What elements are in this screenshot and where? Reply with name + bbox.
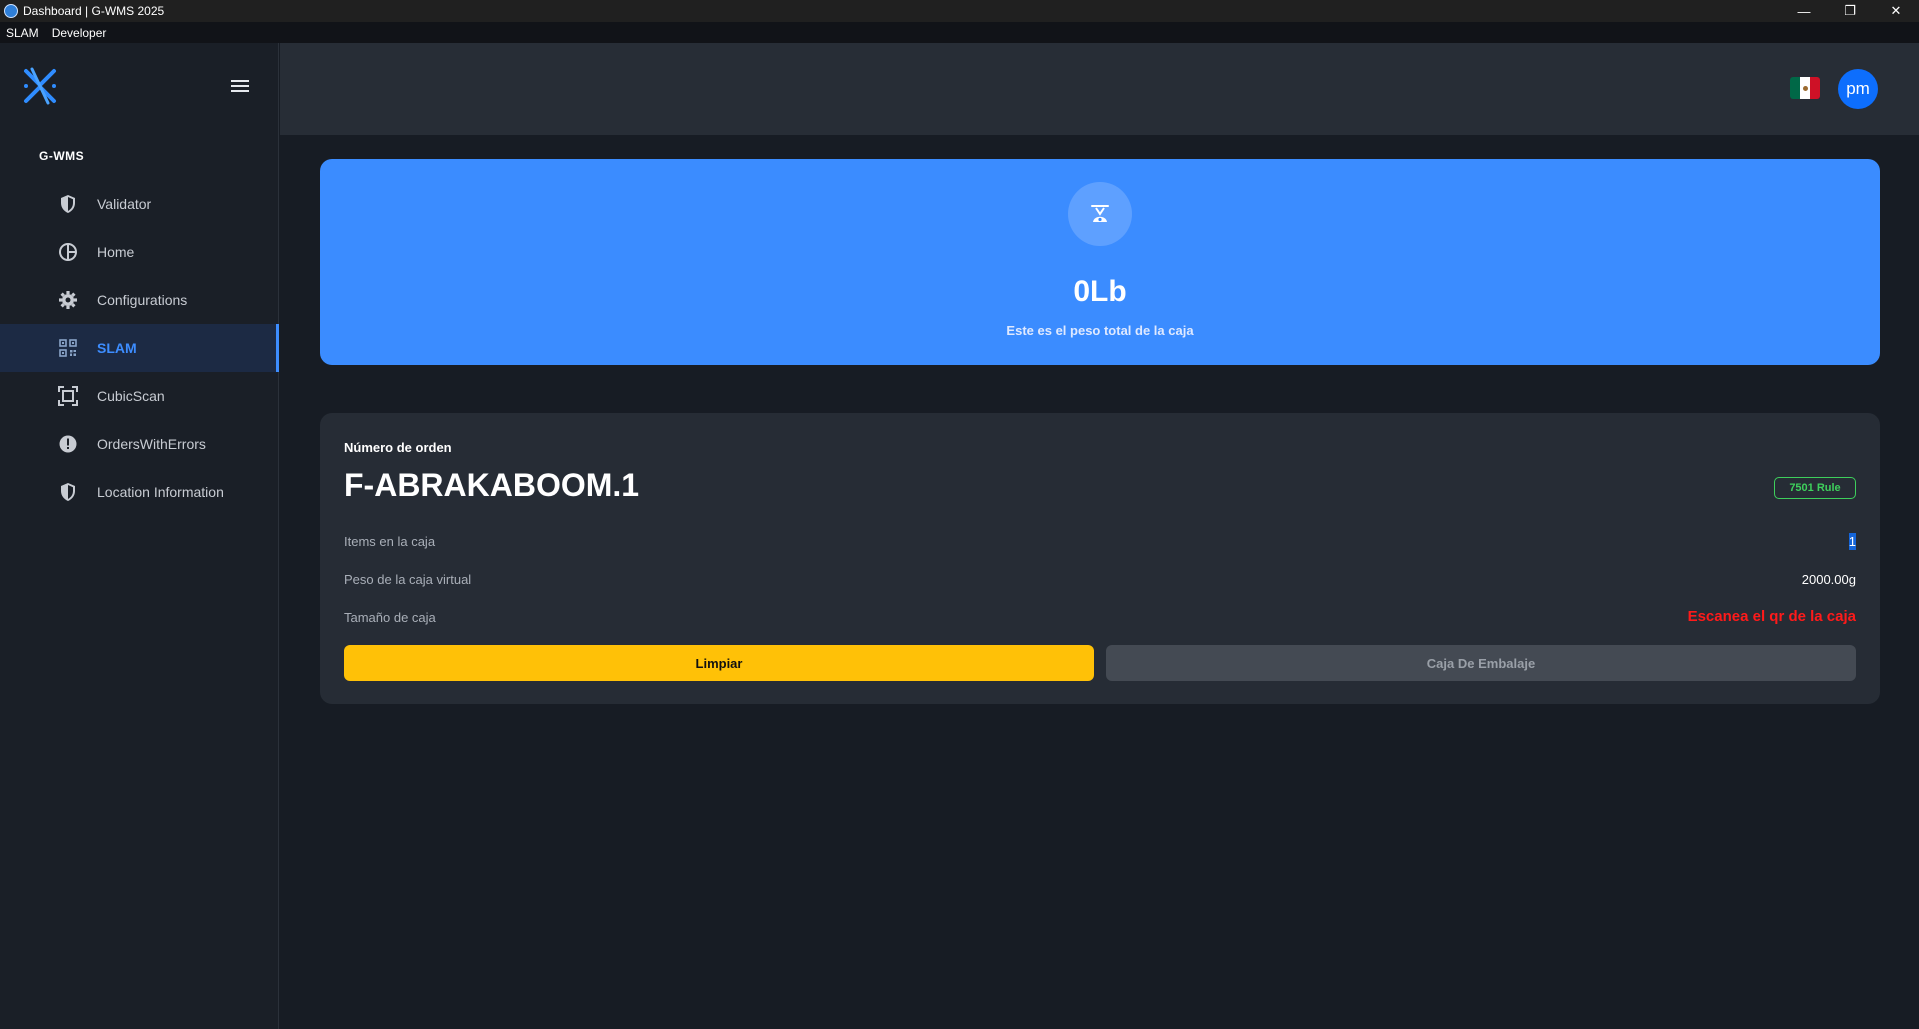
app-icon xyxy=(4,4,18,18)
menu-toggle-icon[interactable] xyxy=(229,77,251,95)
sidebar-item-validator[interactable]: Validator xyxy=(0,180,279,228)
window-title-bar: Dashboard | G-WMS 2025 — ❐ ✕ xyxy=(0,0,1919,22)
sidebar-item-label: SLAM xyxy=(97,340,137,356)
minimize-button[interactable]: — xyxy=(1781,0,1827,22)
qr-code-icon xyxy=(57,337,79,359)
sidebar-item-label: CubicScan xyxy=(97,388,165,404)
clear-button[interactable]: Limpiar xyxy=(344,645,1094,681)
menu-bar: SLAM Developer xyxy=(0,22,1919,43)
sidebar-item-location-information[interactable]: Location Information xyxy=(0,468,279,516)
sidebar: G-WMS Validator Home Configurations SLAM xyxy=(0,43,279,1029)
user-avatar[interactable]: pm xyxy=(1838,69,1878,109)
rule-badge: 7501 Rule xyxy=(1774,477,1856,499)
sidebar-item-slam[interactable]: SLAM xyxy=(0,324,279,372)
items-in-box-count: 1 xyxy=(1848,533,1856,550)
box-size-warning: Escanea el qr de la caja xyxy=(1687,608,1856,625)
exclamation-circle-icon xyxy=(57,433,79,455)
packing-box-button[interactable]: Caja De Embalaje xyxy=(1106,645,1856,681)
menu-developer[interactable]: Developer xyxy=(52,26,107,40)
box-size-label: Tamaño de caja xyxy=(344,610,436,625)
restore-button[interactable]: ❐ xyxy=(1827,0,1873,22)
scan-frame-icon xyxy=(57,385,79,407)
app-logo-icon xyxy=(24,67,56,105)
globe-icon xyxy=(57,241,79,263)
menu-slam[interactable]: SLAM xyxy=(6,26,39,40)
order-number: F-ABRAKABOOM.1 xyxy=(344,467,640,503)
sidebar-item-label: Location Information xyxy=(97,484,224,500)
sidebar-item-cubicscan[interactable]: CubicScan xyxy=(0,372,279,420)
window-title: Dashboard | G-WMS 2025 xyxy=(23,4,165,18)
sidebar-item-orderswitherrors[interactable]: OrdersWithErrors xyxy=(0,420,279,468)
sidebar-item-label: Home xyxy=(97,244,135,260)
items-in-box-value: 1 xyxy=(1848,533,1856,550)
sidebar-item-label: Configurations xyxy=(97,292,188,308)
sidebar-item-configurations[interactable]: Configurations xyxy=(0,276,279,324)
weight-card: 0Lb Este es el peso total de la caja xyxy=(320,159,1880,365)
scale-icon xyxy=(1068,182,1132,246)
mexico-flag-icon[interactable] xyxy=(1790,77,1820,99)
sidebar-item-label: Validator xyxy=(97,196,152,212)
close-button[interactable]: ✕ xyxy=(1873,0,1919,22)
total-weight-caption: Este es el peso total de la caja xyxy=(1006,323,1194,338)
order-card: Número de orden F-ABRAKABOOM.1 7501 Rule… xyxy=(320,413,1880,704)
virtual-box-weight-label: Peso de la caja virtual xyxy=(344,572,472,587)
gear-icon xyxy=(57,289,79,311)
sidebar-item-home[interactable]: Home xyxy=(0,228,279,276)
sidebar-nav: Validator Home Configurations SLAM Cubic… xyxy=(0,180,279,516)
order-number-label: Número de orden xyxy=(344,440,452,455)
window-controls: — ❐ ✕ xyxy=(1781,0,1919,22)
total-weight-value: 0Lb xyxy=(1073,275,1127,308)
items-in-box-label: Items en la caja xyxy=(344,534,436,549)
sidebar-item-label: OrdersWithErrors xyxy=(97,436,206,452)
virtual-box-weight-value: 2000.00g xyxy=(1801,572,1856,587)
shield-icon xyxy=(57,193,79,215)
top-header: pm xyxy=(280,43,1919,135)
shield-icon xyxy=(57,481,79,503)
sidebar-section-label: G-WMS xyxy=(39,149,85,163)
